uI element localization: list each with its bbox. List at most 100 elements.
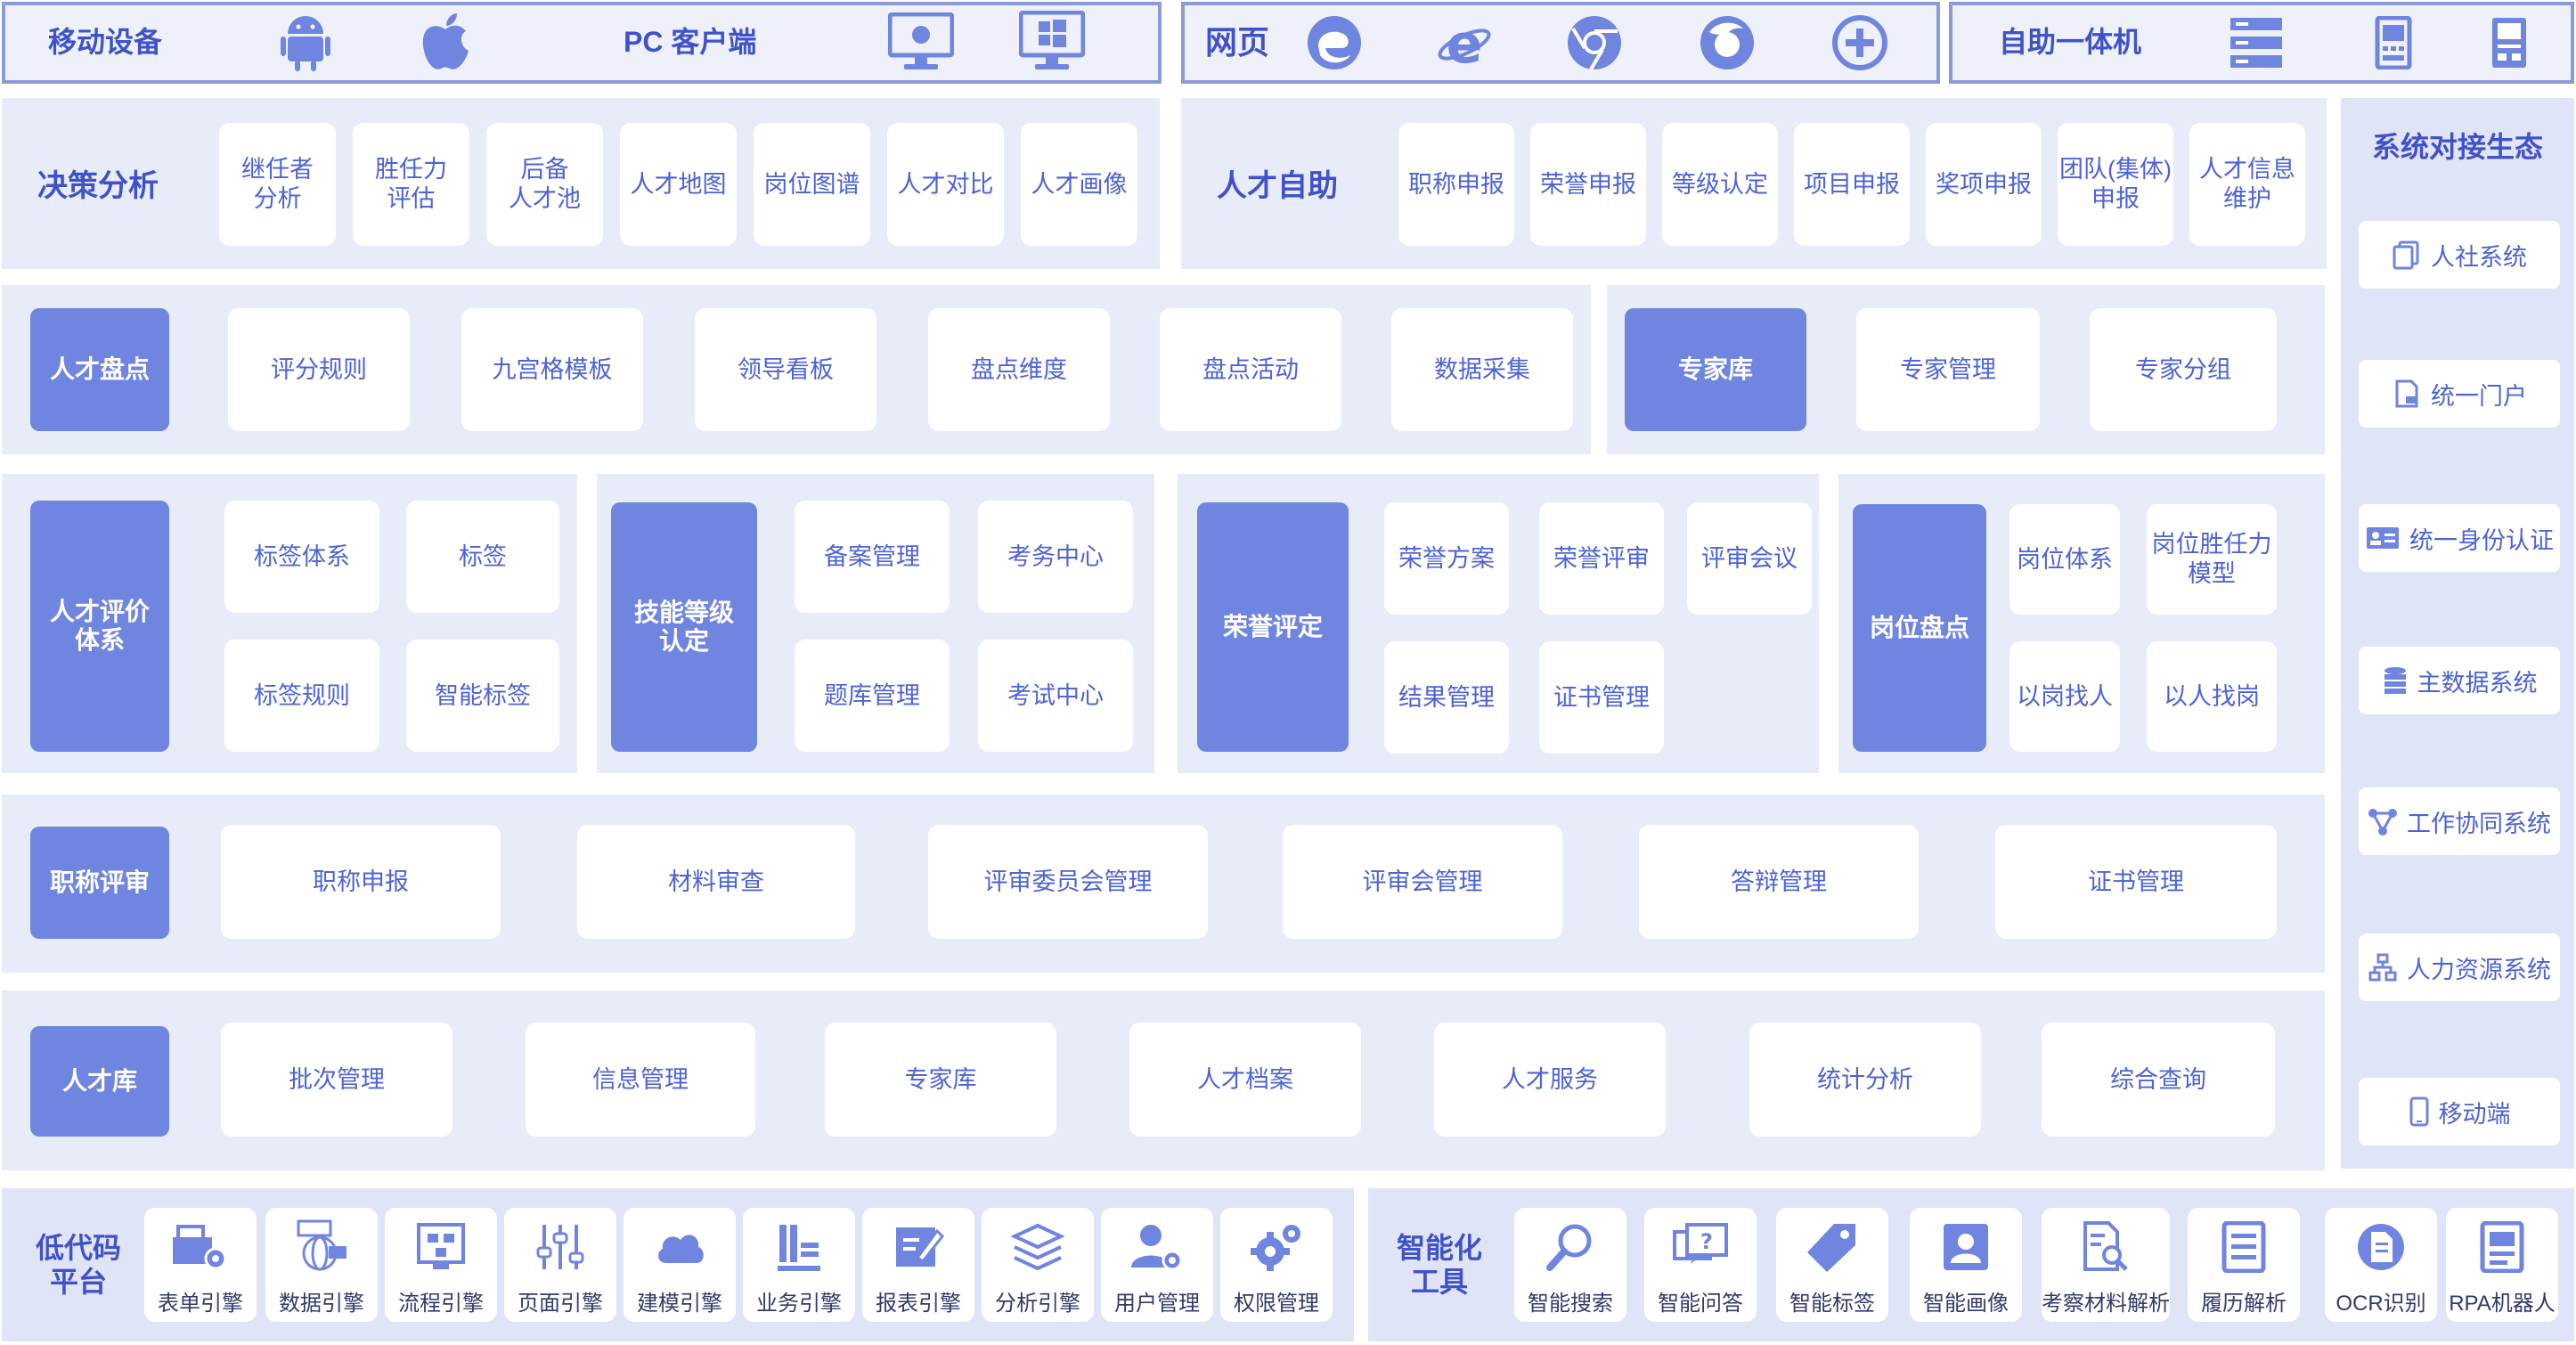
skill-item[interactable]: 题库管理 <box>795 640 950 752</box>
user-settings-icon <box>1129 1208 1185 1285</box>
evaluation-head[interactable]: 人才评价 体系 <box>30 501 169 752</box>
decision-item[interactable]: 人才对比 <box>887 123 1004 246</box>
smart-tool[interactable]: 履历解析 <box>2188 1208 2300 1322</box>
selfservice-item[interactable]: 团队(集体) 申报 <box>2058 123 2173 246</box>
kiosk-terminal-icon <box>2371 14 2416 71</box>
talent-lib-head[interactable]: 人才库 <box>30 1026 169 1137</box>
selfservice-item[interactable]: 项目申报 <box>1794 123 1910 246</box>
decision-item[interactable]: 人才画像 <box>1021 123 1137 246</box>
smart-tool[interactable]: RPA机器人 <box>2446 1208 2558 1322</box>
pc-title: PC 客户端 <box>624 26 757 58</box>
talent-lib-item[interactable]: 人才档案 <box>1129 1023 1361 1137</box>
expert-head[interactable]: 专家库 <box>1625 308 1806 431</box>
title-review-item[interactable]: 评审会管理 <box>1283 825 1562 939</box>
title-review-item[interactable]: 评审委员会管理 <box>928 825 1208 939</box>
selfservice-item[interactable]: 等级认定 <box>1662 123 1778 246</box>
copy-icon <box>2392 240 2422 270</box>
evaluation-item[interactable]: 智能标签 <box>406 640 559 752</box>
smart-tool[interactable]: OCR识别 <box>2325 1208 2437 1322</box>
selfservice-item[interactable]: 荣誉申报 <box>1530 123 1646 246</box>
lowcode-tool[interactable]: 用户管理 <box>1101 1208 1213 1322</box>
selfservice-item[interactable]: 奖项申报 <box>1926 123 2042 246</box>
post-item[interactable]: 以人找岗 <box>2147 641 2277 752</box>
smart-tool[interactable]: 智能搜索 <box>1514 1208 1626 1322</box>
ecosystem-item-collab[interactable]: 工作协同系统 <box>2359 787 2560 855</box>
smart-tool-label: 智能问答 <box>1658 1292 1743 1316</box>
skill-item[interactable]: 考务中心 <box>978 501 1133 613</box>
inventory-item[interactable]: 评分规则 <box>228 308 410 431</box>
inventory-item[interactable]: 盘点活动 <box>1160 308 1341 431</box>
lowcode-tool[interactable]: 流程引擎 <box>385 1208 497 1322</box>
tag-icon <box>1806 1208 1859 1285</box>
lowcode-tool[interactable]: 分析引擎 <box>982 1208 1094 1322</box>
lowcode-tool[interactable]: 表单引擎 <box>144 1208 257 1322</box>
talent-lib-item[interactable]: 统计分析 <box>1749 1023 1981 1137</box>
post-item[interactable]: 以岗找人 <box>2009 641 2120 752</box>
skill-item[interactable]: 备案管理 <box>795 501 950 613</box>
post-head[interactable]: 岗位盘点 <box>1853 504 1986 752</box>
post-item[interactable]: 岗位胜任力 模型 <box>2147 504 2277 615</box>
web-title: 网页 <box>1205 24 1270 61</box>
business-engine-icon <box>774 1208 824 1285</box>
ecosystem-item-portal[interactable]: 统一门户 <box>2359 360 2560 428</box>
post-item[interactable]: 岗位体系 <box>2009 504 2120 615</box>
lowcode-tool[interactable]: 业务引擎 <box>743 1208 855 1322</box>
report-engine-icon <box>893 1208 944 1285</box>
lowcode-tool-label: 流程引擎 <box>398 1292 484 1316</box>
ecosystem-item-masterdata[interactable]: 主数据系统 <box>2359 647 2560 714</box>
title-review-item[interactable]: 答辩管理 <box>1639 825 1919 939</box>
honor-item[interactable]: 证书管理 <box>1539 641 1664 754</box>
evaluation-item[interactable]: 标签 <box>406 501 559 613</box>
decision-item[interactable]: 岗位图谱 <box>754 123 870 246</box>
title-review-item[interactable]: 证书管理 <box>1995 825 2277 939</box>
evaluation-item[interactable]: 标签规则 <box>224 640 379 752</box>
talent-lib-item[interactable]: 人才服务 <box>1434 1023 1666 1137</box>
talent-lib-item[interactable]: 批次管理 <box>221 1023 452 1137</box>
title-review-head[interactable]: 职称评审 <box>30 827 169 939</box>
ecosystem-item-hr[interactable]: 人力资源系统 <box>2359 933 2560 1001</box>
honor-item[interactable]: 评审会议 <box>1687 502 1812 615</box>
inventory-item[interactable]: 九宫格模板 <box>461 308 643 431</box>
inventory-item[interactable]: 盘点维度 <box>928 308 1110 431</box>
skill-head[interactable]: 技能等级 认定 <box>611 502 757 752</box>
inventory-item[interactable]: 数据采集 <box>1391 308 1573 431</box>
smart-tool[interactable]: 智能画像 <box>1910 1208 2022 1322</box>
decision-item[interactable]: 后备 人才池 <box>486 123 603 246</box>
title-review-item[interactable]: 职称申报 <box>221 825 501 939</box>
expert-item[interactable]: 专家管理 <box>1856 308 2040 431</box>
lowcode-tool[interactable]: 权限管理 <box>1220 1208 1333 1322</box>
question-chat-icon: ? <box>1671 1208 1730 1285</box>
selfservice-item[interactable]: 职称申报 <box>1398 123 1514 246</box>
talent-lib-item[interactable]: 信息管理 <box>526 1023 755 1137</box>
smart-tool[interactable]: 智能标签 <box>1776 1208 1888 1322</box>
ecosystem-item-mobile[interactable]: 移动端 <box>2359 1078 2560 1145</box>
expert-item[interactable]: 专家分组 <box>2090 308 2277 431</box>
lowcode-tool[interactable]: 报表引擎 <box>862 1208 974 1322</box>
lowcode-tool[interactable]: 数据引擎 <box>265 1208 378 1322</box>
inventory-head[interactable]: 人才盘点 <box>30 308 169 431</box>
skill-item[interactable]: 考试中心 <box>978 640 1133 752</box>
inventory-item[interactable]: 领导看板 <box>695 308 876 431</box>
talent-lib-item[interactable]: 专家库 <box>825 1023 1056 1137</box>
lowcode-tool[interactable]: 页面引擎 <box>504 1208 616 1322</box>
title-review-item[interactable]: 材料审查 <box>577 825 855 939</box>
selfservice-item[interactable]: 人才信息 维护 <box>2189 123 2305 246</box>
honor-head[interactable]: 荣誉评定 <box>1197 502 1349 752</box>
document-app-icon <box>2392 379 2422 409</box>
evaluation-item[interactable]: 标签体系 <box>224 501 379 613</box>
decision-item[interactable]: 胜任力 评估 <box>353 123 469 246</box>
honor-item[interactable]: 荣誉方案 <box>1384 502 1509 615</box>
honor-item[interactable]: 结果管理 <box>1384 641 1509 754</box>
ecosystem-item-hrss[interactable]: 人社系统 <box>2359 221 2560 289</box>
ecosystem-item-identity[interactable]: 统一身份认证 <box>2359 504 2560 572</box>
talent-lib-item[interactable]: 综合查询 <box>2042 1023 2275 1137</box>
smart-tool[interactable]: ? 智能问答 <box>1644 1208 1757 1322</box>
smart-tool[interactable]: 考察材料解析 <box>2042 1208 2170 1322</box>
svg-text:?: ? <box>1700 1229 1713 1254</box>
decision-item[interactable]: 继任者 分析 <box>219 123 336 246</box>
honor-item[interactable]: 荣誉评审 <box>1539 502 1664 615</box>
lowcode-tool[interactable]: 建模引擎 <box>624 1208 736 1322</box>
decision-item[interactable]: 人才地图 <box>620 123 737 246</box>
smart-tool-label: 智能搜索 <box>1528 1292 1613 1316</box>
collaboration-icon <box>2368 806 2398 836</box>
